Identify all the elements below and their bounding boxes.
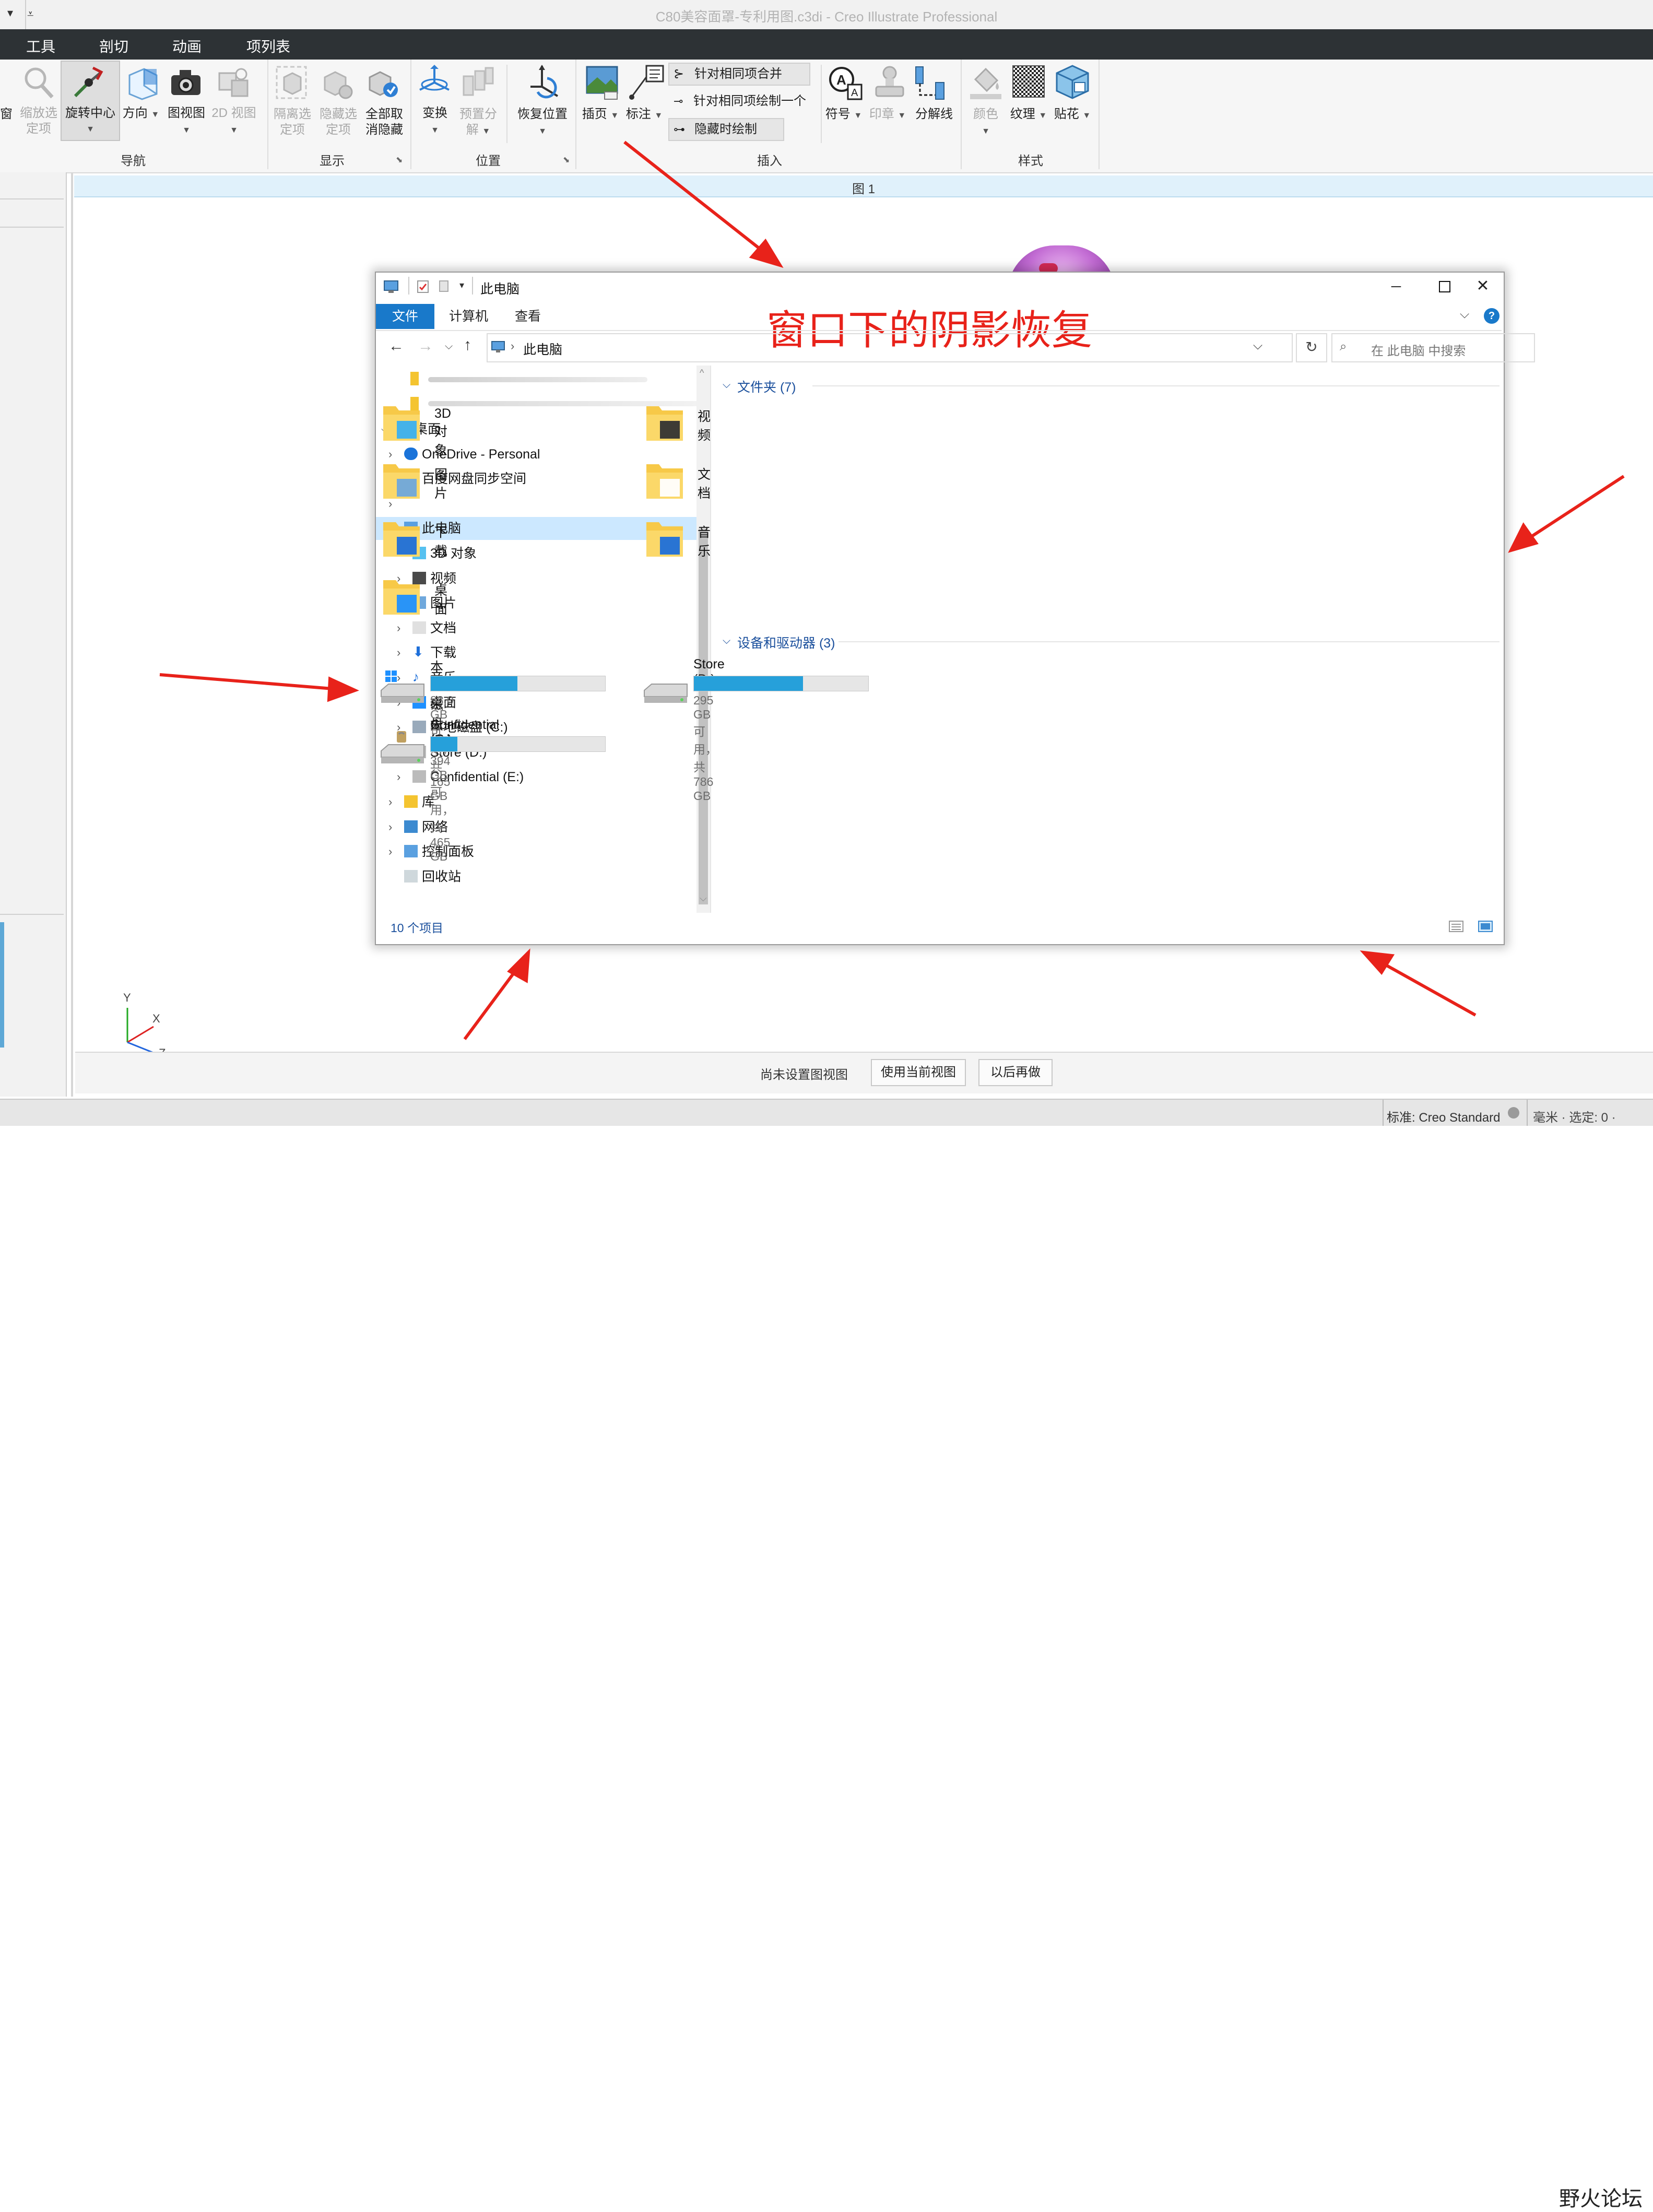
arrow-head [327, 676, 359, 702]
arrow-line [1524, 475, 1625, 543]
arrow-head [1360, 950, 1395, 975]
annotation-arrows [159, 140, 1625, 1040]
arrow-line [463, 965, 521, 1040]
forum-watermark: 野火论坛 [1559, 2187, 1643, 2210]
arrow-line [1377, 959, 1477, 1017]
arrow-head [1508, 522, 1539, 553]
arrow-line [159, 673, 340, 691]
arrow-line [623, 140, 769, 256]
